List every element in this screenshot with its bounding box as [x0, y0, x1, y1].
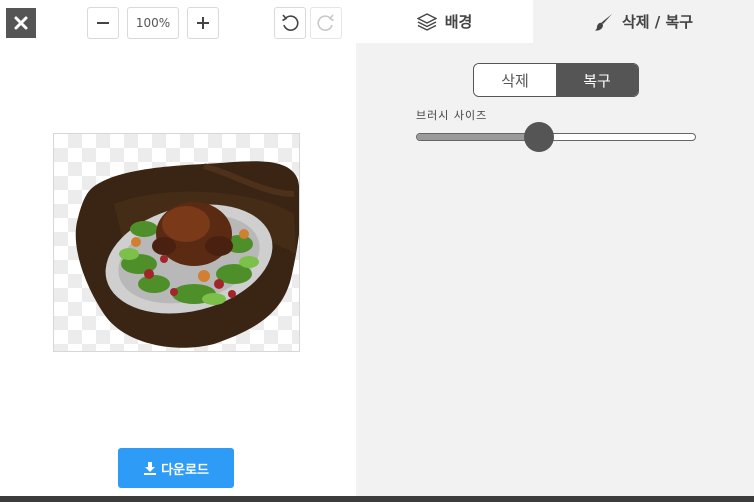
zoom-out-button[interactable]	[87, 7, 119, 39]
brush-size-slider[interactable]	[416, 133, 696, 141]
plus-icon	[197, 17, 209, 29]
zoom-level: 100%	[127, 7, 179, 39]
undo-button[interactable]	[274, 7, 306, 39]
restore-option[interactable]: 복구	[556, 64, 638, 96]
layers-icon	[416, 12, 437, 31]
canvas-panel: 100% 다운로드	[0, 0, 356, 502]
close-button[interactable]	[6, 8, 36, 38]
zoom-in-button[interactable]	[187, 7, 219, 39]
bottom-bar	[0, 496, 754, 502]
download-button[interactable]: 다운로드	[118, 448, 234, 488]
tab-background-label: 배경	[444, 13, 473, 31]
settings-panel: 배경 삭제 / 복구 삭제 복구 브러시 사이즈	[356, 0, 754, 502]
download-icon	[144, 462, 157, 475]
brush-icon	[594, 13, 612, 31]
image-canvas[interactable]	[53, 133, 300, 352]
redo-button[interactable]	[310, 7, 342, 39]
erase-option[interactable]: 삭제	[474, 64, 556, 96]
minus-icon	[97, 22, 109, 24]
brush-size-label: 브러시 사이즈	[416, 109, 488, 122]
tab-background[interactable]: 배경	[356, 0, 533, 43]
redo-icon	[317, 14, 334, 31]
undo-icon	[282, 14, 299, 31]
food-image	[75, 161, 299, 348]
tab-erase-restore[interactable]: 삭제 / 복구	[533, 0, 754, 43]
tab-erase-restore-label: 삭제 / 복구	[621, 13, 694, 31]
download-label: 다운로드	[161, 462, 209, 478]
mode-toggle: 삭제 복구	[473, 63, 639, 97]
slider-fill	[417, 134, 541, 140]
close-icon	[14, 16, 28, 30]
slider-thumb[interactable]	[524, 122, 555, 152]
